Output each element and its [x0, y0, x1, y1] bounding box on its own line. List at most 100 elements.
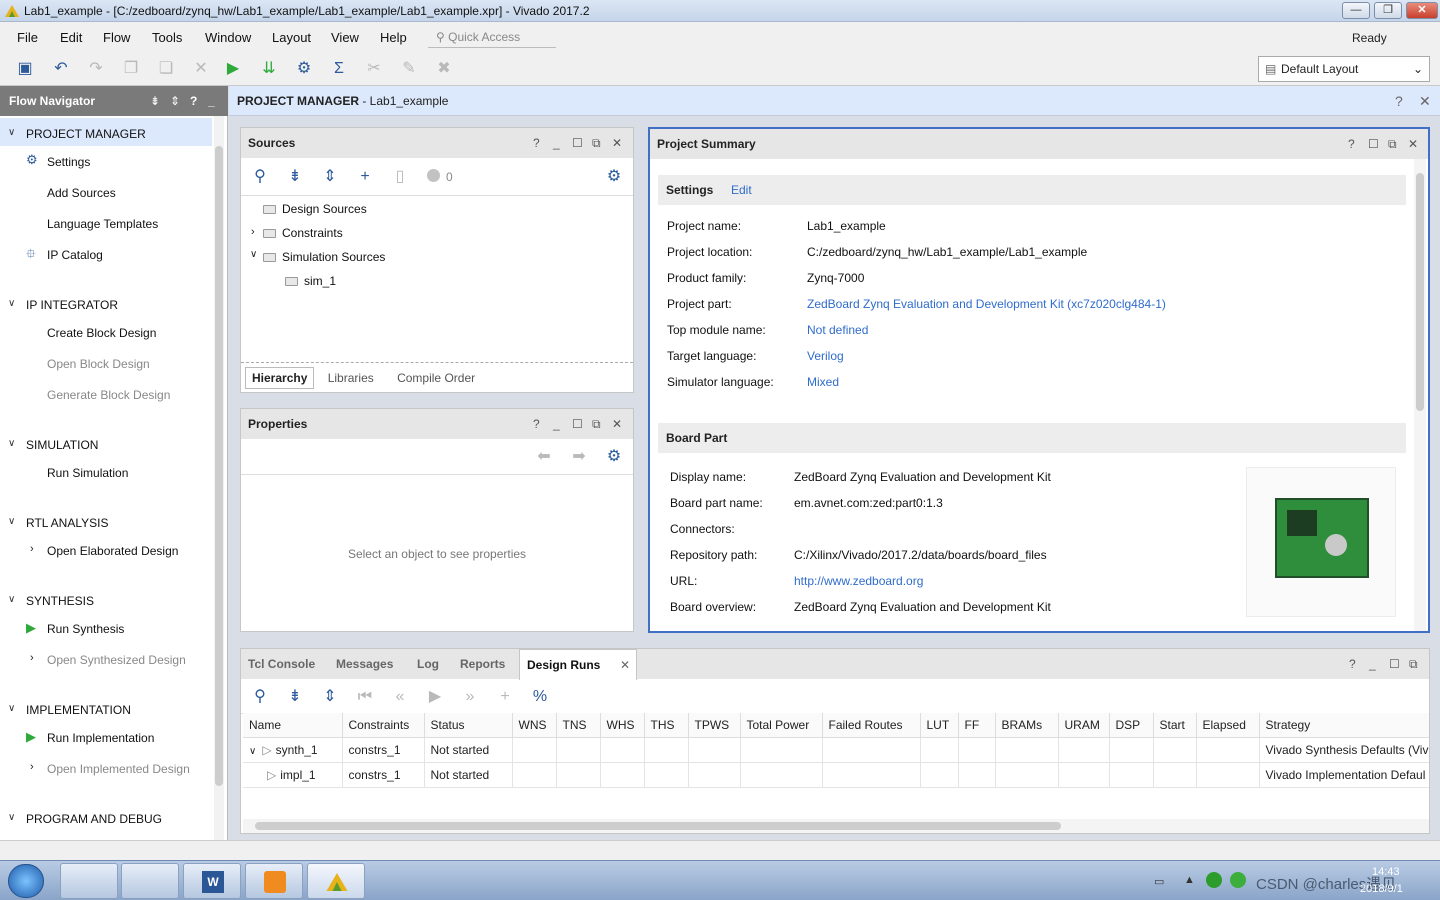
tab-tcl-console[interactable]: Tcl Console — [248, 657, 315, 671]
minimize-icon[interactable]: _ — [553, 417, 560, 431]
column-header[interactable]: LUT — [920, 713, 959, 738]
copy-icon[interactable]: ❐ — [122, 60, 140, 78]
setting-value[interactable]: Not defined — [807, 323, 868, 337]
previous-icon[interactable]: « — [391, 688, 409, 706]
flow-navigator-scrollbar[interactable] — [214, 116, 224, 840]
menu-tools[interactable]: Tools — [152, 30, 182, 45]
start-button-icon[interactable] — [8, 864, 44, 898]
chevron-down-icon[interactable]: ∨ — [8, 127, 15, 138]
board-value[interactable]: http://www.zedboard.org — [794, 574, 923, 588]
column-header[interactable]: Strategy — [1259, 713, 1429, 738]
column-header[interactable]: FF — [958, 713, 996, 738]
chevron-right-icon[interactable]: › — [30, 761, 34, 773]
float-icon[interactable]: ⧉ — [592, 136, 601, 151]
forward-arrow-icon[interactable]: ➡ — [570, 448, 588, 466]
close-button[interactable]: ✕ — [1406, 2, 1438, 19]
nav-open-block-design[interactable]: Open Block Design — [47, 357, 150, 371]
auto-connect-icon[interactable]: ✎ — [400, 60, 418, 78]
chevron-down-icon[interactable]: ∨ — [8, 594, 15, 605]
chevron-down-icon[interactable]: ∨ — [250, 249, 257, 260]
tab-compile-order[interactable]: Compile Order — [387, 368, 485, 388]
percent-icon[interactable]: % — [531, 688, 549, 706]
keyboard-icon[interactable]: ▭ — [1154, 875, 1164, 888]
tray-app-icon[interactable] — [1206, 872, 1222, 888]
menu-window[interactable]: Window — [205, 30, 251, 45]
minimize-button[interactable]: — — [1342, 2, 1370, 19]
help-icon[interactable]: ? — [533, 136, 540, 150]
minimize-icon[interactable]: _ — [553, 136, 560, 150]
tab-log[interactable]: Log — [417, 657, 439, 671]
column-header[interactable]: Failed Routes — [822, 713, 921, 738]
nav-language-templates[interactable]: Language Templates — [47, 217, 158, 231]
section-rtl-analysis[interactable]: RTL ANALYSIS — [26, 516, 108, 530]
taskbar-explorer-icon[interactable] — [60, 863, 118, 899]
nav-open-elaborated-design[interactable]: Open Elaborated Design — [47, 544, 178, 558]
tree-sim-1[interactable]: sim_1 — [285, 274, 336, 288]
setting-value[interactable]: Mixed — [807, 375, 839, 389]
back-arrow-icon[interactable]: ⬅ — [535, 448, 553, 466]
expand-all-icon[interactable]: ⇕ — [170, 86, 180, 116]
chevron-down-icon[interactable]: ∨ — [8, 812, 15, 823]
expand-all-icon[interactable]: ⇕ — [321, 688, 339, 706]
column-header[interactable]: WNS — [512, 713, 557, 738]
float-icon[interactable]: ⧉ — [592, 417, 601, 432]
undo-icon[interactable]: ↶ — [52, 60, 70, 78]
chevron-down-icon[interactable]: ∨ — [8, 298, 15, 309]
column-header[interactable]: URAM — [1058, 713, 1110, 738]
tab-design-runs-active[interactable]: Design Runs ✕ — [519, 649, 637, 680]
runs-hscrollbar[interactable] — [243, 819, 1429, 833]
help-icon[interactable]: ? — [1348, 137, 1355, 151]
chevron-right-icon[interactable]: › — [30, 652, 34, 664]
menu-edit[interactable]: Edit — [60, 30, 82, 45]
source-properties-icon[interactable]: ▯ — [391, 168, 409, 186]
nav-open-synthesized-design[interactable]: Open Synthesized Design — [47, 653, 186, 667]
column-header[interactable]: Elapsed — [1196, 713, 1260, 738]
maximize-button[interactable]: ❐ — [1374, 2, 1402, 19]
collapse-all-icon[interactable]: ⇟ — [150, 86, 160, 116]
next-icon[interactable]: » — [461, 688, 479, 706]
nav-create-block-design[interactable]: Create Block Design — [47, 326, 156, 340]
add-run-icon[interactable]: + — [496, 688, 514, 706]
minimize-panel-icon[interactable]: _ — [208, 86, 215, 116]
section-synthesis[interactable]: SYNTHESIS — [26, 594, 94, 608]
quick-access-input[interactable]: ⚲ Quick Access — [428, 26, 556, 48]
clear-icon[interactable]: ✖ — [435, 60, 453, 78]
open-project-icon[interactable]: ▣ — [16, 60, 34, 78]
taskbar-folder-icon[interactable] — [121, 863, 179, 899]
maximize-icon[interactable]: ☐ — [1389, 657, 1400, 671]
nav-add-sources[interactable]: Add Sources — [47, 186, 116, 200]
nav-run-implementation[interactable]: Run Implementation — [47, 731, 154, 745]
nav-open-implemented-design[interactable]: Open Implemented Design — [47, 762, 190, 776]
section-simulation[interactable]: SIMULATION — [26, 438, 98, 452]
chevron-down-icon[interactable]: ∨ — [8, 703, 15, 714]
help-icon[interactable]: ? — [1349, 657, 1356, 671]
menu-help[interactable]: Help — [380, 30, 407, 45]
section-program-debug[interactable]: PROGRAM AND DEBUG — [26, 812, 162, 826]
debug-icon[interactable]: ✂ — [365, 60, 383, 78]
table-row[interactable]: ▷ impl_1 constrs_1 Not started Vivado Implem… — [243, 762, 1429, 788]
settings-gear-icon[interactable]: ⚙ — [295, 60, 313, 78]
expand-all-icon[interactable]: ⇕ — [321, 168, 339, 186]
column-header[interactable]: BRAMs — [995, 713, 1059, 738]
paste-icon[interactable]: ❏ — [157, 60, 175, 78]
summary-scrollbar[interactable] — [1414, 159, 1426, 631]
nav-generate-block-design[interactable]: Generate Block Design — [47, 388, 170, 402]
menu-layout[interactable]: Layout — [272, 30, 311, 45]
collapse-all-icon[interactable]: ⇟ — [286, 168, 304, 186]
program-device-icon[interactable]: ⇊ — [260, 60, 278, 78]
nav-run-synthesis[interactable]: Run Synthesis — [47, 622, 124, 636]
nav-run-simulation[interactable]: Run Simulation — [47, 466, 128, 480]
gear-icon[interactable]: ⚙ — [605, 168, 623, 186]
chevron-down-icon[interactable]: ∨ — [249, 746, 256, 757]
column-header[interactable]: Constraints — [342, 713, 425, 738]
taskbar-pdf-icon[interactable] — [245, 863, 303, 899]
setting-value[interactable]: Verilog — [807, 349, 844, 363]
chevron-down-icon[interactable]: ∨ — [8, 438, 15, 449]
maximize-icon[interactable]: ☐ — [572, 417, 583, 431]
section-implementation[interactable]: IMPLEMENTATION — [26, 703, 131, 717]
table-row[interactable]: ∨ ▷ synth_1 constrs_1 Not started Vivado Synt… — [243, 737, 1429, 763]
search-icon[interactable]: ⚲ — [251, 168, 269, 186]
help-icon[interactable]: ? — [190, 86, 197, 116]
first-icon[interactable]: ⏮ — [356, 688, 374, 706]
tray-expand-icon[interactable]: ▲ — [1184, 874, 1195, 886]
